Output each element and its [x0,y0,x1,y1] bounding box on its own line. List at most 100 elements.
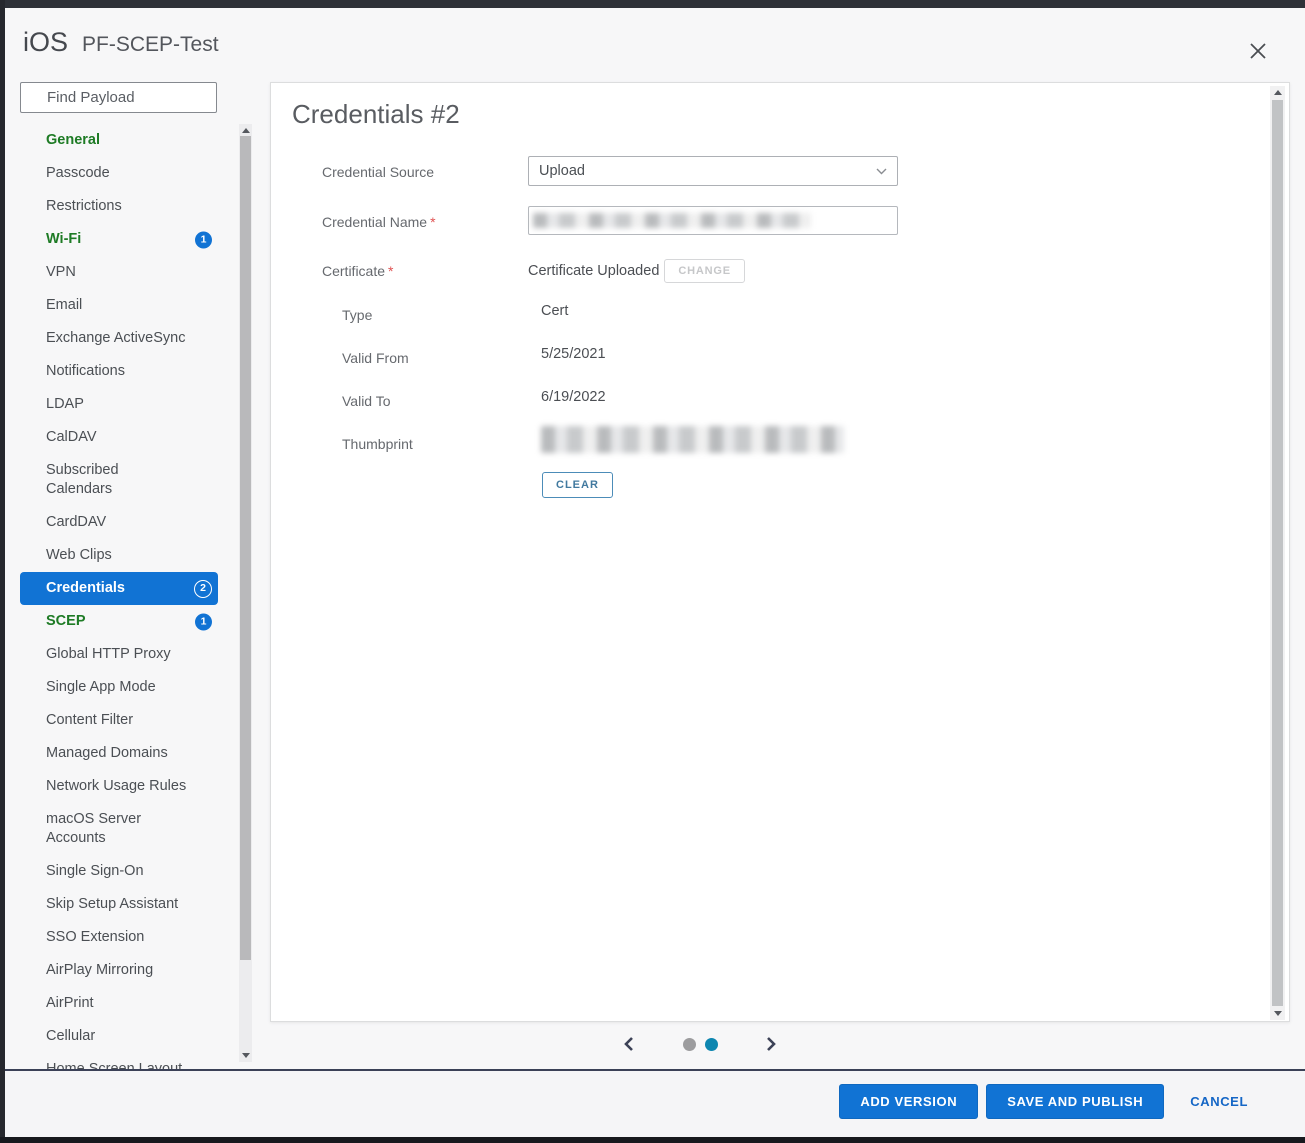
sidebar-item-label: General [46,132,100,148]
scroll-up-icon[interactable] [1274,90,1282,95]
detail-label: Type [342,307,372,323]
cancel-button[interactable]: CANCEL [1180,1084,1258,1119]
chevron-right-icon [765,1036,778,1052]
sidebar-item-notifications[interactable]: Notifications [20,355,218,388]
sidebar-item-subscribed-calendars[interactable]: Subscribed Calendars [20,454,218,506]
sidebar-item-wi-fi[interactable]: Wi-Fi1 [20,223,218,256]
sidebar-item-label: macOS Server Accounts [46,811,141,846]
sidebar-item-vpn[interactable]: VPN [20,256,218,289]
sidebar-scrollbar-thumb[interactable] [240,136,251,960]
sidebar-item-caldav[interactable]: CalDAV [20,421,218,454]
required-asterisk: * [388,263,393,279]
sidebar-item-general[interactable]: General [20,124,218,157]
sidebar-item-airprint[interactable]: AirPrint [20,987,218,1020]
scroll-down-icon[interactable] [242,1053,250,1058]
sidebar-item-label: Subscribed Calendars [46,462,119,497]
payload-count-badge: 1 [195,231,212,248]
credential-source-value: Upload [539,163,585,179]
window-frame-top [0,0,1305,8]
previous-payload-button[interactable] [620,1034,637,1054]
change-certificate-button[interactable]: CHANGE [664,259,744,283]
sidebar-item-label: CardDAV [46,514,106,530]
detail-value: 6/19/2022 [541,389,606,405]
sidebar-item-label: Global HTTP Proxy [46,646,171,662]
detail-row-valid-from: Valid From5/25/2021 [271,344,971,387]
sidebar-item-restrictions[interactable]: Restrictions [20,190,218,223]
chevron-left-icon [622,1036,635,1052]
sidebar-item-web-clips[interactable]: Web Clips [20,539,218,572]
sidebar-item-exchange-activesync[interactable]: Exchange ActiveSync [20,322,218,355]
sidebar-item-scep[interactable]: SCEP 1 [20,605,218,638]
sidebar-item-label: AirPlay Mirroring [46,962,153,978]
credential-name-input[interactable] [528,206,898,235]
credential-source-label-text: Credential Source [322,164,434,180]
sidebar-item-label: Content Filter [46,712,133,728]
add-version-button[interactable]: ADD VERSION [839,1084,978,1119]
sidebar-item-label: Skip Setup Assistant [46,896,178,912]
scroll-up-icon[interactable] [242,128,250,133]
certificate-label: Certificate* [322,263,393,279]
sidebar-item-skip-setup-assistant[interactable]: Skip Setup Assistant [20,888,218,921]
sidebar-item-label: VPN [46,264,76,280]
sidebar-item-macos-server-accounts[interactable]: macOS Server Accounts [20,803,218,855]
sidebar-item-label: Exchange ActiveSync [46,330,185,346]
payload-heading: Credentials #2 [292,99,460,130]
sidebar-item-content-filter[interactable]: Content Filter [20,704,218,737]
certificate-label-text: Certificate [322,263,385,279]
window-frame-left [0,0,5,1143]
sidebar-item-single-app-mode[interactable]: Single App Mode [20,671,218,704]
sidebar-item-managed-domains[interactable]: Managed Domains [20,737,218,770]
sidebar-item-label: SCEP [46,613,86,629]
sidebar-item-network-usage-rules[interactable]: Network Usage Rules [20,770,218,803]
sidebar-item-label: Network Usage Rules [46,778,186,794]
sidebar-item-carddav[interactable]: CardDAV [20,506,218,539]
chevron-down-icon [876,168,887,175]
sidebar-item-global-http-proxy[interactable]: Global HTTP Proxy [20,638,218,671]
close-button[interactable] [1243,36,1273,66]
sidebar-item-email[interactable]: Email [20,289,218,322]
sidebar-item-sso-extension[interactable]: SSO Extension [20,921,218,954]
sidebar-item-credentials[interactable]: Credentials 2 [20,572,218,605]
sidebar-item-ldap[interactable]: LDAP [20,388,218,421]
sidebar-scrollbar[interactable] [239,124,252,1062]
save-and-publish-button[interactable]: SAVE AND PUBLISH [986,1084,1164,1119]
sidebar-item-label: Web Clips [46,547,112,563]
panel-scrollbar[interactable] [1270,86,1285,1020]
sidebar-item-airplay-mirroring[interactable]: AirPlay Mirroring [20,954,218,987]
credential-name-label-text: Credential Name [322,214,427,230]
sidebar-item-label: AirPrint [46,995,94,1011]
credential-source-select[interactable]: Upload [528,156,898,186]
modal-titlebar: iOS PF-SCEP-Test [23,27,219,58]
sidebar-item-cellular[interactable]: Cellular [20,1020,218,1053]
sidebar-item-label: Credentials [46,580,125,596]
sidebar-item-label: Restrictions [46,198,122,214]
panel-scrollbar-thumb[interactable] [1272,100,1283,1006]
detail-row-type: TypeCert [271,301,971,344]
page-dot-2[interactable] [705,1038,718,1051]
sidebar-item-single-sign-on[interactable]: Single Sign-On [20,855,218,888]
find-payload-wrap [20,82,217,113]
pagination-dots [683,1038,718,1051]
sidebar-item-label: SSO Extension [46,929,144,945]
payload-list: General Passcode Restrictions Wi-Fi1 VPN Emai… [20,124,218,1086]
profile-editor-modal: { "colors": { "accent_blue": "#1173d4", … [0,0,1305,1143]
find-payload-input[interactable] [20,82,217,113]
next-payload-button[interactable] [763,1034,780,1054]
detail-label: Valid To [342,393,391,409]
page-dot-1[interactable] [683,1038,696,1051]
profile-title: PF-SCEP-Test [82,33,219,57]
detail-label: Thumbprint [342,436,413,452]
sidebar-item-label: LDAP [46,396,84,412]
scroll-down-icon[interactable] [1274,1011,1282,1016]
clear-certificate-button[interactable]: CLEAR [542,472,613,498]
window-frame-bottom [0,1137,1305,1143]
sidebar-item-label: Notifications [46,363,125,379]
payload-form-panel: Credentials #2 Credential Source Upload … [270,82,1290,1022]
sidebar-item-label: Cellular [46,1028,95,1044]
detail-value: 5/25/2021 [541,346,606,362]
credential-source-label: Credential Source [322,164,434,180]
payload-count-badge: 2 [194,580,212,598]
platform-label: iOS [23,27,68,58]
payload-count-badge: 1 [195,613,212,630]
sidebar-item-passcode[interactable]: Passcode [20,157,218,190]
